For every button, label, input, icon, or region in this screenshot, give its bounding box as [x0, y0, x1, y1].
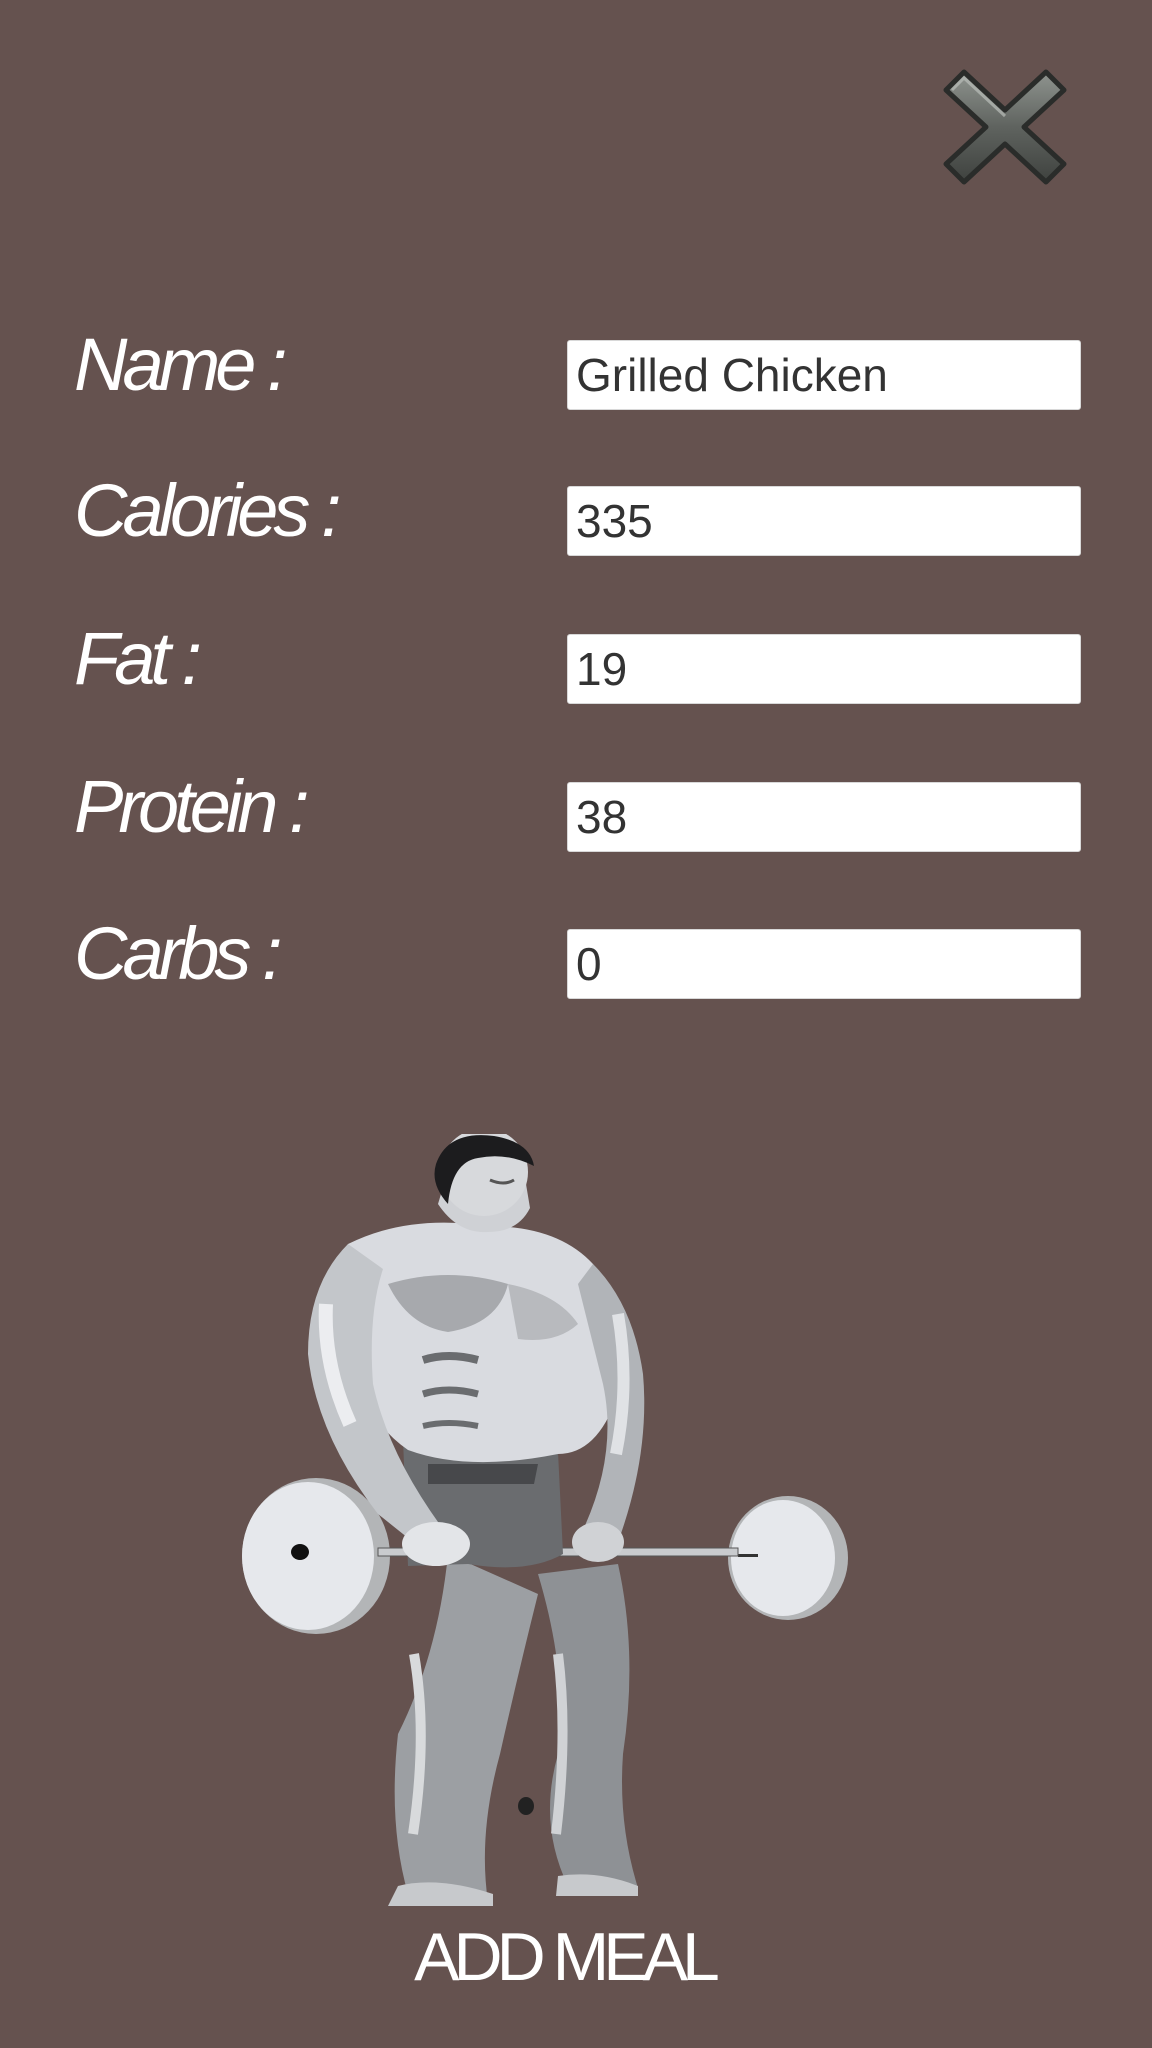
fat-row: Fat :: [0, 617, 1152, 704]
fat-label: Fat :: [74, 617, 202, 700]
protein-row: Protein :: [0, 765, 1152, 852]
carbs-input[interactable]: [567, 929, 1081, 999]
name-row: Name :: [0, 323, 1152, 410]
bodybuilder-illustration: [238, 1134, 856, 1906]
calories-input[interactable]: [567, 486, 1081, 556]
protein-label: Protein :: [74, 765, 310, 848]
add-meal-button[interactable]: ADD MEAL: [0, 1912, 1152, 2002]
close-button[interactable]: [936, 66, 1074, 188]
name-label: Name :: [74, 323, 288, 406]
calories-label: Calories :: [74, 469, 342, 552]
fat-input[interactable]: [567, 634, 1081, 704]
add-meal-label: ADD MEAL: [414, 1919, 720, 1995]
carbs-label: Carbs :: [74, 912, 283, 995]
name-input[interactable]: [567, 340, 1081, 410]
protein-input[interactable]: [567, 782, 1081, 852]
calories-row: Calories :: [0, 469, 1152, 556]
close-icon: [943, 69, 1067, 185]
carbs-row: Carbs :: [0, 912, 1152, 999]
